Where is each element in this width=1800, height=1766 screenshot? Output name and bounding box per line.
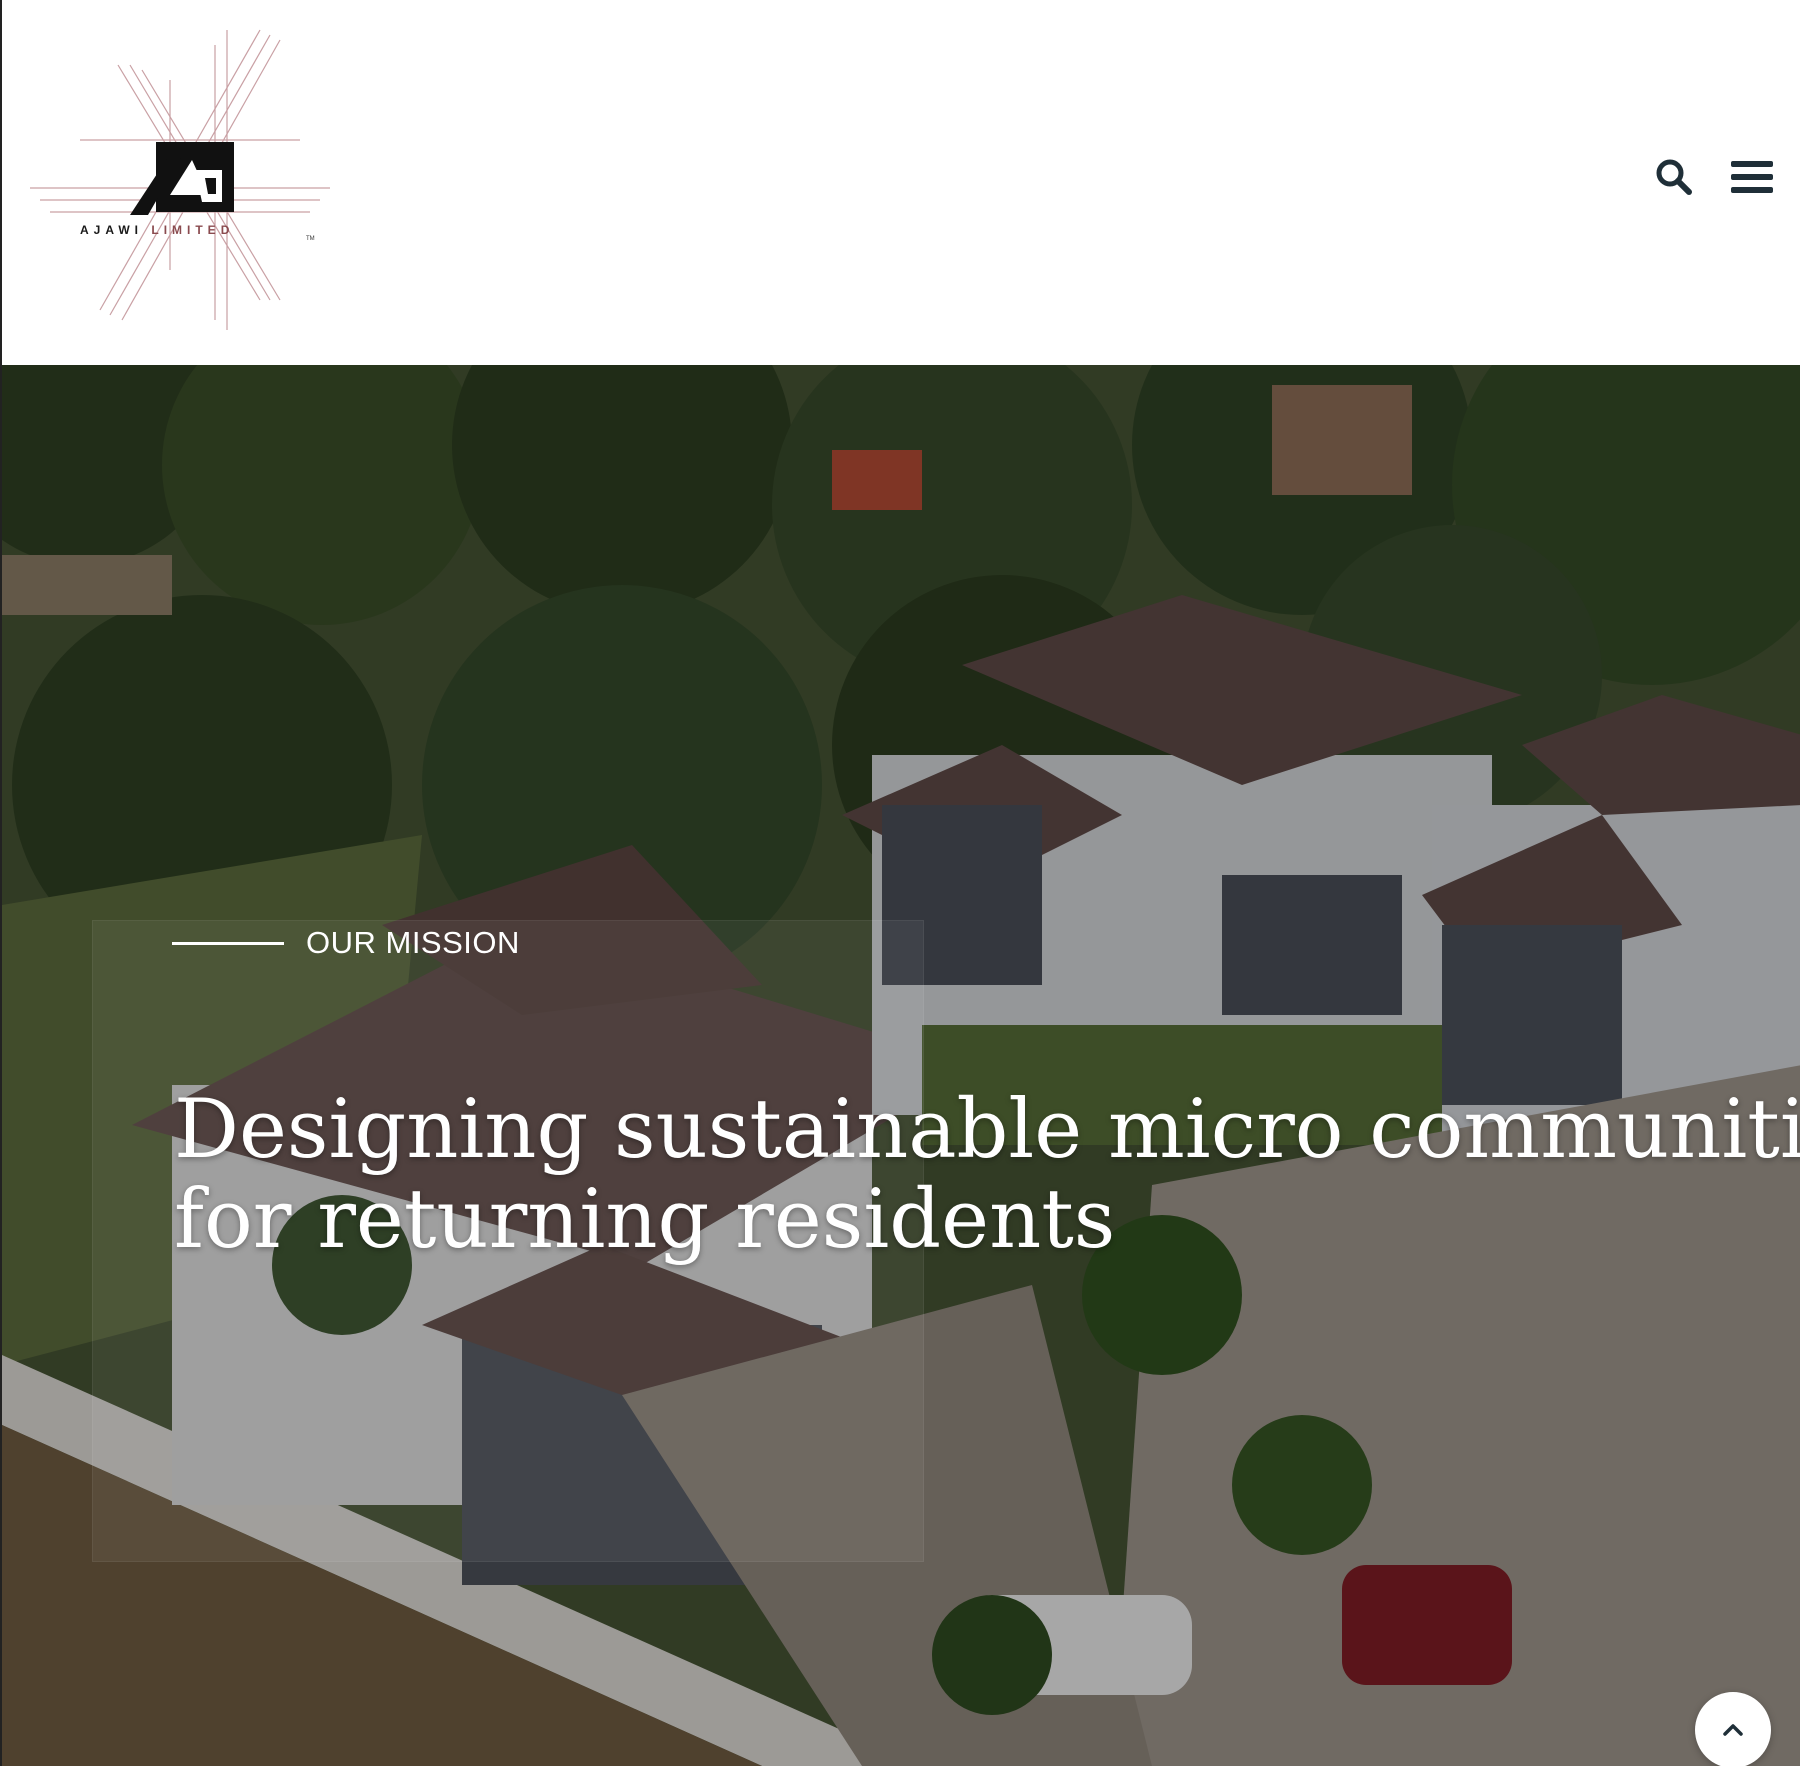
logo-wordmark-part2: LIMITED (151, 223, 235, 237)
hero-headline-line2: for returning residents (174, 1173, 1116, 1267)
header-actions (1652, 155, 1774, 199)
logo-wordmark-part1: AJAWI (80, 223, 144, 237)
hero-headline-line1: Designing sustainable micro communities (174, 1083, 1800, 1177)
trademark-mark: TM (306, 236, 315, 242)
hero-section: OUR MISSION Designing sustainable micro … (2, 365, 1800, 1766)
hero-eyebrow: OUR MISSION (172, 925, 520, 961)
logo-mark (30, 29, 330, 330)
search-button[interactable] (1652, 155, 1696, 199)
page: AJAWI LIMITED TM OUR MISSION Designing s… (0, 0, 1800, 1766)
menu-button[interactable] (1730, 155, 1774, 199)
hamburger-menu-icon (1731, 161, 1773, 193)
site-header: AJAWI LIMITED TM (2, 0, 1800, 365)
logo-wordmark: AJAWI LIMITED (80, 223, 234, 237)
eyebrow-label: OUR MISSION (306, 925, 520, 960)
logo[interactable]: AJAWI LIMITED TM (30, 20, 330, 340)
eyebrow-divider (172, 941, 284, 945)
scroll-to-top-button[interactable] (1695, 1692, 1771, 1766)
chevron-up-icon (1723, 1724, 1743, 1736)
search-icon (1656, 159, 1692, 195)
hero-headline: Designing sustainable micro communities … (174, 1085, 1800, 1265)
